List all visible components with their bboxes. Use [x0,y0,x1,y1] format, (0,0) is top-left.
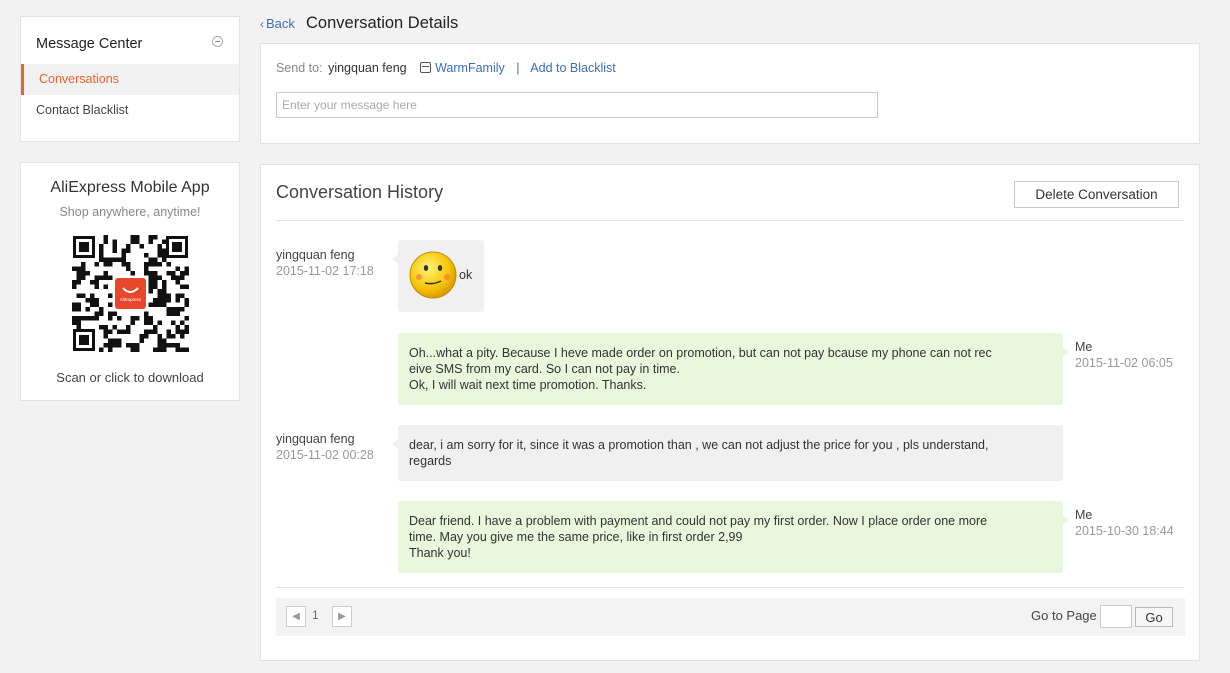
message-sender-info: Me 2015-10-30 18:44 [1075,507,1174,539]
send-message-panel: Send to: yingquan feng WarmFamily | Add … [260,43,1200,144]
smiley-face-icon [409,251,457,299]
conversation-history-panel: Conversation History Delete Conversation… [260,164,1200,661]
app-promo-title: AliExpress Mobile App [50,179,210,196]
page-title: Conversation Details [306,14,459,32]
message-timestamp: 2015-11-02 06:05 [1075,356,1173,370]
send-to-label: Send to: [276,61,323,75]
next-page-button[interactable]: ▶ [332,606,352,627]
go-button[interactable]: Go [1135,607,1173,627]
sender-name: yingquan feng [276,432,355,446]
message-line: Oh...what a pity. Because I heve made or… [409,346,992,360]
chevron-right-icon: ▶ [338,611,346,622]
app-promo-subtitle: Shop anywhere, anytime! [59,205,201,219]
message-timestamp: 2015-10-30 18:44 [1075,524,1174,538]
message-timestamp: 2015-11-02 17:18 [276,264,374,278]
message-line: time. May you give me the same price, li… [409,530,743,544]
message-input[interactable] [276,92,878,118]
qr-code-icon[interactable]: AliExpress [72,235,189,352]
message-line: Ok, I will wait next time promotion. Tha… [409,378,647,392]
divider [276,587,1184,588]
sender-name: yingquan feng [276,248,355,262]
message-bubble-outgoing: Dear friend. I have a problem with payme… [398,501,1069,573]
menu-title: Message Center [36,36,143,52]
store-link[interactable]: WarmFamily [435,61,505,75]
message-sender-info: yingquan feng 2015-11-02 17:18 [276,247,374,279]
message-line: Thank you! [409,546,471,560]
message-timestamp: 2015-11-02 00:28 [276,448,374,462]
message-bubble-incoming: ok [392,240,484,312]
delete-conversation-button[interactable]: Delete Conversation [1014,181,1179,208]
menu-item-contact-blacklist[interactable]: Contact Blacklist [21,95,239,126]
collapse-icon[interactable] [212,36,223,47]
message-text: ok [459,268,473,282]
add-to-blacklist-link[interactable]: Add to Blacklist [530,61,615,75]
menu-item-conversations[interactable]: Conversations [21,64,239,95]
message-bubble-incoming: dear, i am sorry for it, since it was a … [392,425,1063,481]
sender-name: Me [1075,508,1093,522]
message-center-menu: Message Center Conversations Contact Bla… [20,16,240,142]
divider [276,220,1184,221]
back-link[interactable]: ‹ Back [260,16,295,31]
svg-text:AliExpress: AliExpress [120,297,142,302]
current-page-number[interactable]: 1 [312,608,319,622]
history-title: Conversation History [276,182,444,202]
prev-page-button[interactable]: ◀ [286,606,306,627]
message-line: Dear friend. I have a problem with payme… [409,514,988,528]
go-to-page-input[interactable] [1100,605,1132,628]
chevron-left-icon: ◀ [292,611,300,622]
message-bubble-outgoing: Oh...what a pity. Because I heve made or… [398,333,1069,405]
message-line: dear, i am sorry for it, since it was a … [409,438,989,452]
mobile-app-promo: AliExpress Mobile App Shop anywhere, any… [20,162,240,401]
message-line: regards [409,454,452,468]
sender-name: Me [1075,340,1093,354]
message-sender-info: yingquan feng 2015-11-02 00:28 [276,431,374,463]
message-sender-info: Me 2015-11-02 06:05 [1075,339,1173,371]
scan-download-text[interactable]: Scan or click to download [21,370,239,385]
store-icon [420,62,432,73]
go-to-page-label: Go to Page [1031,608,1097,623]
pagination-bar: ◀ 1 ▶ Go to Page Go [276,598,1185,636]
link-separator: | [516,61,520,75]
chevron-left-icon: ‹ [260,17,264,31]
recipient-name: yingquan feng [328,61,407,75]
message-line: eive SMS from my card. So I can not pay … [409,362,680,376]
